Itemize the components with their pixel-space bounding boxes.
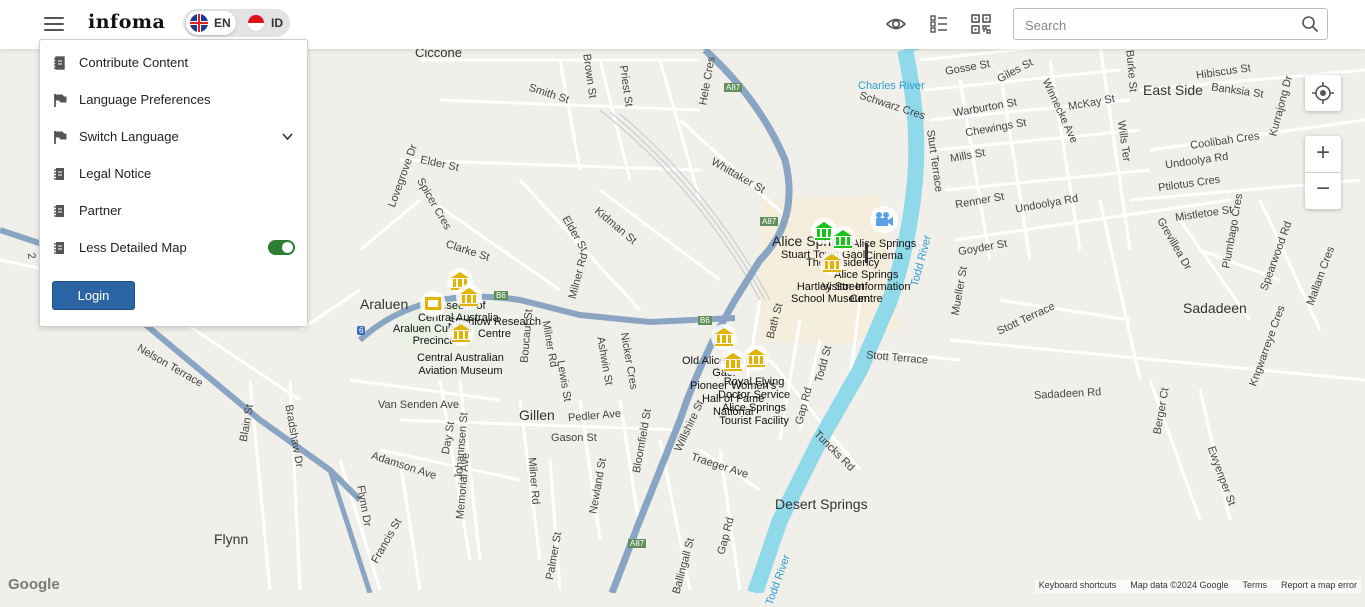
search-box — [1013, 8, 1328, 40]
menu-item-label: Switch Language — [79, 129, 179, 144]
museum-icon[interactable] — [720, 349, 746, 375]
keyboard-shortcuts-link[interactable]: Keyboard shortcuts — [1039, 580, 1117, 593]
indonesia-flag-icon — [247, 14, 265, 32]
zoom-in-button[interactable]: + — [1305, 136, 1341, 173]
search-input[interactable] — [1023, 14, 1297, 36]
language-switch: EN ID — [183, 9, 290, 37]
hamburger-menu-icon[interactable] — [44, 14, 64, 32]
language-option-id[interactable]: ID — [243, 11, 287, 35]
museum-icon[interactable] — [448, 320, 474, 346]
menu-item-partner[interactable]: Partner — [40, 192, 307, 229]
menu-item-contribute-content[interactable]: Contribute Content — [40, 44, 307, 81]
gallery-icon[interactable] — [420, 291, 446, 317]
report-error-link[interactable]: Report a map error — [1281, 580, 1357, 593]
museum-icon[interactable] — [830, 226, 856, 252]
menu-item-label: Legal Notice — [79, 166, 152, 181]
search-icon[interactable] — [1301, 15, 1319, 33]
document-icon — [54, 55, 65, 70]
museum-icon[interactable] — [456, 284, 482, 310]
terms-link[interactable]: Terms — [1242, 580, 1267, 593]
language-option-en[interactable]: EN — [186, 11, 236, 35]
less-detailed-map-toggle[interactable] — [268, 240, 295, 255]
menu-item-legal-notice[interactable]: Legal Notice — [40, 155, 307, 192]
menu-item-language-preferences[interactable]: Language Preferences — [40, 81, 307, 118]
menu-item-label: Partner — [79, 203, 122, 218]
google-logo[interactable]: Google — [8, 576, 60, 593]
camera-icon[interactable] — [870, 206, 898, 234]
locate-me-button[interactable] — [1305, 75, 1341, 111]
logo[interactable]: infoma — [88, 11, 165, 33]
document-icon — [54, 204, 64, 217]
language-code: EN — [214, 16, 231, 30]
museum-icon[interactable] — [711, 324, 737, 350]
login-button[interactable]: Login — [52, 281, 135, 310]
list-icon[interactable] — [928, 13, 950, 35]
museum-icon[interactable] — [820, 251, 844, 275]
flag-icon — [54, 130, 67, 144]
minus-icon: − — [1315, 175, 1330, 202]
main-menu: Contribute Content Language Preferences … — [39, 39, 308, 327]
flag-icon — [54, 93, 67, 107]
uk-flag-icon — [190, 14, 208, 32]
plus-icon: + — [1315, 139, 1330, 166]
menu-item-label: Language Preferences — [79, 92, 211, 107]
museum-icon[interactable] — [743, 345, 769, 371]
qr-code-icon[interactable] — [970, 13, 992, 35]
zoom-out-button[interactable]: − — [1305, 173, 1341, 209]
map-data-text: Map data ©2024 Google — [1130, 580, 1229, 590]
info-icon[interactable] — [865, 243, 868, 263]
menu-item-switch-language[interactable]: Switch Language — [40, 118, 307, 155]
eye-icon[interactable] — [885, 13, 907, 35]
map-attribution: Keyboard shortcuts Map data ©2024 Google… — [1034, 580, 1361, 593]
menu-item-label: Less Detailed Map — [79, 240, 187, 255]
document-icon — [54, 167, 64, 180]
menu-item-label: Contribute Content — [79, 55, 189, 70]
chevron-down-icon[interactable] — [282, 131, 293, 142]
crosshair-icon — [1312, 82, 1334, 104]
menu-item-less-detailed-map[interactable]: Less Detailed Map — [40, 229, 307, 266]
document-icon — [54, 241, 64, 254]
language-code: ID — [271, 16, 283, 30]
